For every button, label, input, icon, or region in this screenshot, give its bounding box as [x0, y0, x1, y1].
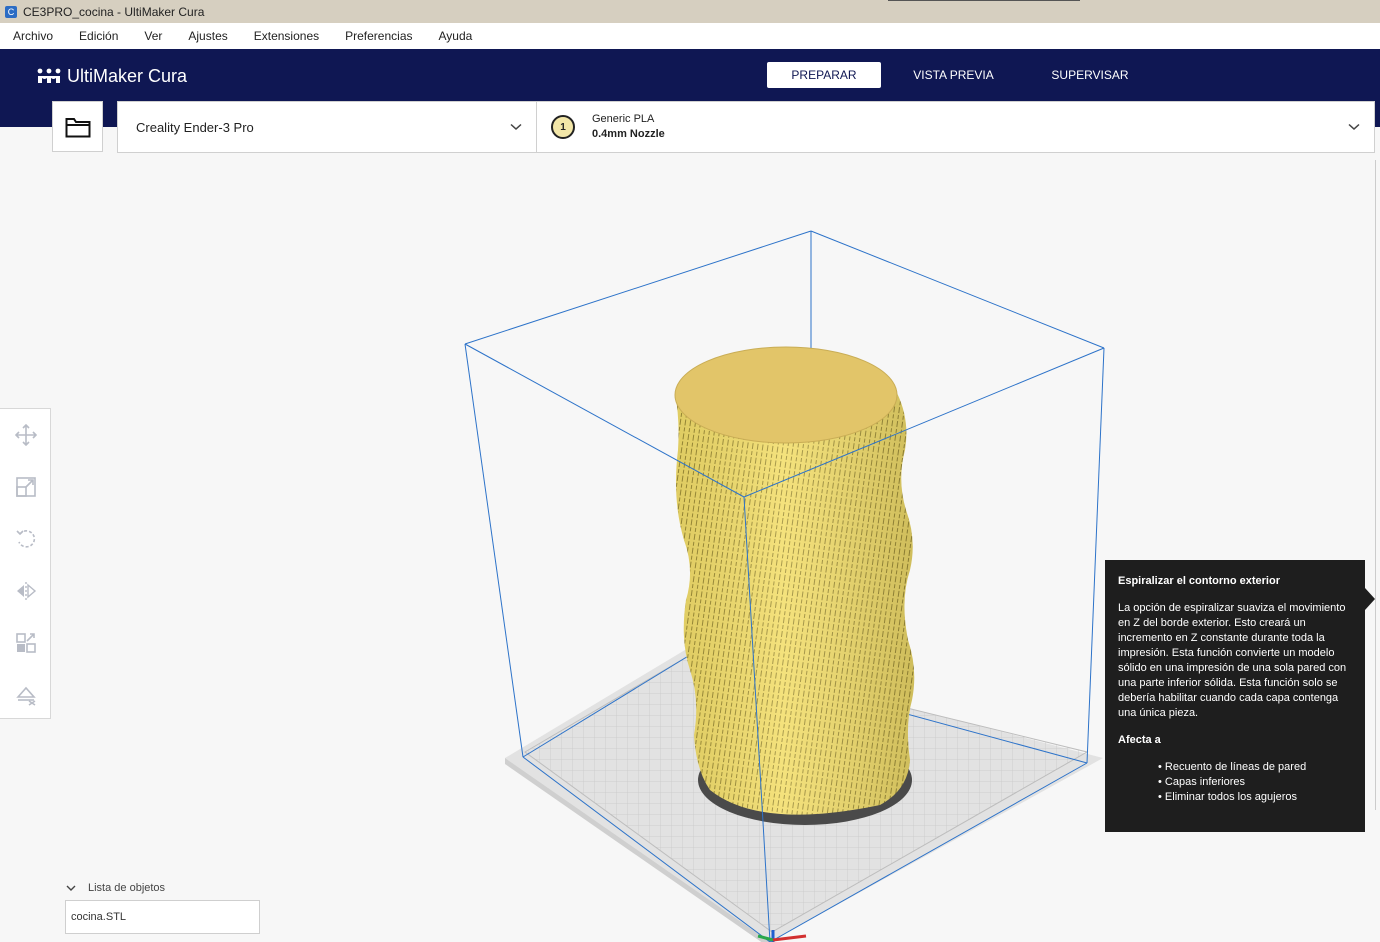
object-list-label: Lista de objetos — [88, 882, 166, 894]
menu-edicion[interactable]: Edición — [79, 29, 118, 43]
ultimaker-logo-icon — [37, 68, 61, 83]
list-item: Eliminar todos los agujeros — [1158, 790, 1352, 805]
menu-ajustes[interactable]: Ajustes — [188, 29, 227, 43]
scale-icon[interactable] — [14, 475, 38, 499]
app-header — [0, 49, 1380, 101]
support-blocker-icon[interactable] — [14, 683, 38, 707]
menu-ayuda[interactable]: Ayuda — [439, 29, 473, 43]
tab-preparar[interactable]: PREPARAR — [767, 62, 881, 88]
titlebar-divider — [888, 0, 1080, 1]
chevron-down-icon — [66, 885, 76, 891]
vase-model[interactable] — [674, 346, 915, 815]
material-name: Generic PLA — [592, 113, 655, 125]
tab-vista-previa[interactable]: VISTA PREVIA — [881, 62, 1026, 88]
tooltip-affects-list: Recuento de líneas de pared Capas inferi… — [1118, 760, 1352, 805]
cura-app-icon: C — [5, 5, 17, 18]
list-item: Recuento de líneas de pared — [1158, 760, 1352, 775]
menu-preferencias[interactable]: Preferencias — [345, 29, 412, 43]
rotate-icon[interactable] — [14, 527, 38, 551]
object-list-toggle[interactable]: Lista de objetos — [66, 882, 165, 894]
move-icon[interactable] — [14, 423, 38, 447]
stage-tabs: PREPARAR VISTA PREVIA SUPERVISAR — [767, 62, 1154, 88]
per-model-settings-icon[interactable] — [14, 631, 38, 655]
window-title: CE3PRO_cocina - UltiMaker Cura — [23, 4, 205, 19]
menu-ver[interactable]: Ver — [144, 29, 162, 43]
tab-supervisar[interactable]: SUPERVISAR — [1026, 62, 1154, 88]
menu-extensiones[interactable]: Extensiones — [254, 29, 319, 43]
tooltip-affects-label: Afecta a — [1118, 734, 1161, 746]
tool-panel — [0, 408, 51, 719]
tooltip-description: La opción de espiralizar suaviza el movi… — [1118, 602, 1347, 719]
tooltip-title: Espiralizar el contorno exterior — [1118, 575, 1280, 587]
window-titlebar: C CE3PRO_cocina - UltiMaker Cura — [0, 0, 1380, 23]
setting-tooltip: Espiralizar el contorno exterior La opci… — [1105, 560, 1365, 832]
menu-bar: Archivo Edición Ver Ajustes Extensiones … — [0, 23, 1380, 49]
tooltip-arrow — [1365, 588, 1375, 610]
menu-archivo[interactable]: Archivo — [13, 29, 53, 43]
list-item: Capas inferiores — [1158, 775, 1352, 790]
ultimaker-logo: UltiMaker Cura — [37, 64, 187, 88]
mirror-icon[interactable] — [14, 579, 38, 603]
logo-text: UltiMaker Cura — [67, 65, 188, 86]
object-list-item[interactable]: cocina.STL — [65, 900, 260, 934]
